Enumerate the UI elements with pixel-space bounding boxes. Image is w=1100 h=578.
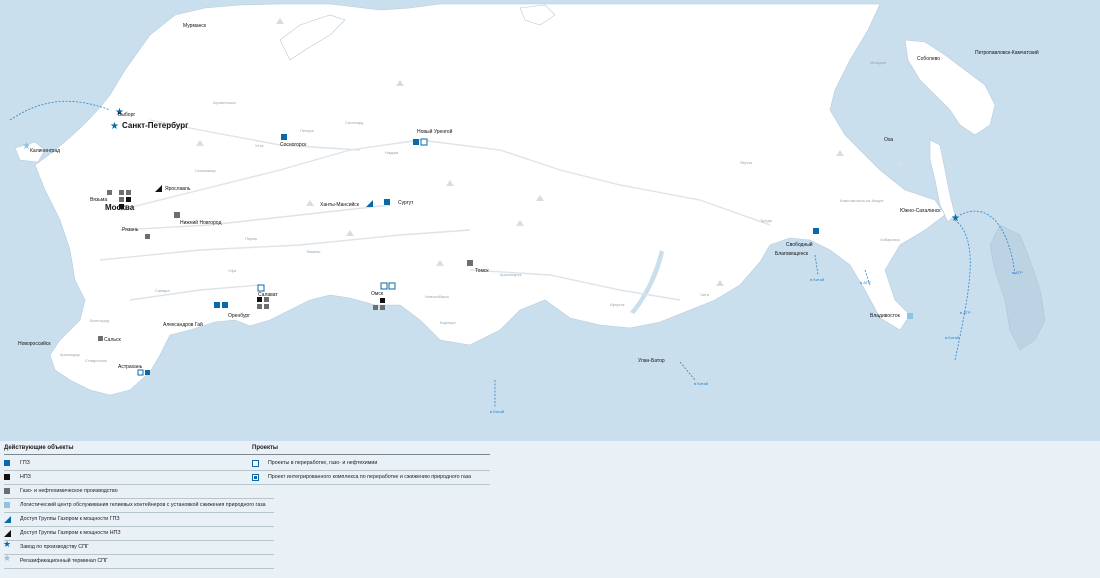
legend-projects-title: Проекты [252, 445, 490, 455]
gpz-access-triangle-icon [4, 516, 14, 523]
legend-item-npz: НПЗ [4, 471, 274, 485]
legend-label: Доступ Группы Газпром к мощности НПЗ [20, 530, 121, 536]
city-vyazma: Вязьма [90, 197, 108, 203]
route-label-china-2: в Китай [694, 381, 709, 386]
city-vladivostok: Владивосток [870, 313, 900, 319]
city-sosnogorsk: Сосногорск [280, 142, 307, 148]
city-novorossiysk: Новороссийск [18, 341, 51, 347]
gray-label: Красноярск [500, 272, 522, 277]
legend: Действующие объекты ГПЗ НПЗ Газо- и нефт… [0, 441, 1100, 578]
legend-item-gpz-access: Доступ Группы Газпром к мощности ГПЗ [4, 513, 274, 527]
city-yaroslavl: Ярославль [165, 186, 191, 192]
gray-label: Магадан [870, 60, 886, 65]
legend-item-regas-terminal: ★ Регазификационный терминал СПГ [3, 553, 274, 569]
integrated-complex-icon [252, 474, 262, 481]
city-vyborg: Выборг [118, 112, 136, 118]
route-label-atr-3: в АТР [960, 310, 971, 315]
city-murmansk: Мурманск [183, 23, 207, 29]
legend-item-logistics: Логистический центр обслуживания гелиевы… [4, 499, 274, 513]
route-label-atr-1: в АТР [860, 280, 871, 285]
gpz-square-icon [4, 460, 14, 467]
legend-label: НПЗ [20, 474, 31, 480]
petrochem-square-icon [4, 488, 14, 495]
city-okha: Оха [884, 137, 894, 143]
gray-label: Ухта [255, 143, 264, 148]
city-surgut: Сургут [398, 200, 414, 206]
gray-label: Новосибирск [425, 294, 450, 299]
legend-label: Доступ Группы Газпром к мощности ГПЗ [20, 516, 120, 522]
gray-label: Сыктывкар [195, 168, 216, 173]
legend-item-integrated-complex: Проект интегрированного комплекса по пер… [252, 471, 490, 485]
legend-item-petrochem: Газо- и нефтехимическое производство [4, 485, 274, 499]
route-label-china-1: в Китай [810, 277, 825, 282]
city-orenburg: Оренбург [228, 313, 251, 319]
city-nizhny-novgorod: Нижний Новгород [180, 220, 222, 226]
legend-label: ГПЗ [20, 460, 30, 466]
gray-label: Салехард [345, 120, 364, 125]
gray-label: Якутск [740, 160, 753, 165]
gray-label: Чита [700, 292, 709, 297]
gray-label: Ставрополь [85, 358, 108, 363]
gray-label: Самара [155, 288, 170, 293]
city-ulaanbaatar: Улан-Батор [638, 358, 665, 364]
city-sobolevo: Соболево [917, 56, 941, 62]
legend-label: Газо- и нефтехимическое производство [20, 488, 118, 494]
gray-label: Уфа [228, 268, 237, 273]
lng-plant-star-icon: ★ [3, 539, 12, 549]
city-moscow: Москва [105, 203, 135, 212]
gray-label: Надым [385, 150, 399, 155]
city-astrakhan: Астрахань [118, 364, 143, 370]
city-blagoveshchensk: Благовещенск [775, 251, 809, 257]
gray-label: Архангельск [213, 100, 236, 105]
city-yuzhno-sakhalinsk: Южно-Сахалинск [900, 208, 941, 214]
legend-item-npz-access: Доступ Группы Газпром к мощности НПЗ [4, 527, 274, 541]
legend-label: Регазификационный терминал СПГ [20, 558, 108, 564]
svg-text:★: ★ [951, 213, 960, 224]
gray-label: Комсомольск-на-Амуре [840, 198, 884, 203]
city-kaliningrad: Калининград [30, 148, 61, 154]
npz-access-triangle-icon [4, 530, 14, 537]
city-saint-petersburg: Санкт-Петербург [122, 121, 189, 130]
route-label-china-4: в Китай [945, 335, 960, 340]
city-omsk: Омск [371, 291, 384, 297]
city-salavat: Салават [258, 292, 278, 298]
gray-label: Барнаул [440, 320, 456, 325]
gray-label: Тында [760, 218, 772, 223]
gray-label: Печора [300, 128, 314, 133]
route-label-china-3: в Китай [490, 409, 505, 414]
legend-projects: Проекты Проекты в переработке, газо- и н… [252, 445, 490, 485]
city-tomsk: Томск [475, 268, 489, 274]
legend-item-project: Проекты в переработке, газо- и нефтехими… [252, 457, 490, 471]
city-novy-urengoy: Новый Уренгой [417, 129, 453, 135]
legend-item-lng-plant: ★ Завод по производству СПГ [3, 539, 274, 555]
gray-label: Волгоград [90, 318, 109, 323]
gray-label: Иркутск [610, 302, 625, 307]
map-svg: ★ ★ ★ ★ [0, 0, 1100, 441]
route-label-atr-2: в АТР [1012, 270, 1023, 275]
gray-label: Краснодар [60, 352, 80, 357]
gray-label: Пермь [245, 236, 258, 241]
legend-label: Проекты в переработке, газо- и нефтехими… [268, 460, 378, 466]
gray-label: Хабаровск [880, 237, 900, 242]
legend-operating-title: Действующие объекты [4, 445, 274, 455]
city-ryazan: Рязань [122, 227, 139, 233]
city-aleksandrov-gai: Александров Гай [163, 322, 203, 328]
legend-label: Проект интегрированного комплекса по пер… [268, 474, 472, 480]
city-salsk: Сальск [104, 337, 121, 343]
legend-operating: Действующие объекты ГПЗ НПЗ Газо- и нефт… [3, 445, 274, 569]
svg-text:★: ★ [110, 121, 119, 132]
legend-label: Логистический центр обслуживания гелиевы… [20, 502, 266, 508]
project-outline-square-icon [252, 460, 262, 467]
gray-label: Тюмень [306, 249, 321, 254]
legend-item-gpz: ГПЗ [4, 457, 274, 471]
city-petropavlovsk: Петропавловск-Камчатский [975, 50, 1039, 56]
city-khanty-mansiysk: Ханты-Мансийск [320, 202, 359, 208]
logistics-square-icon [4, 502, 14, 509]
regas-terminal-star-icon: ★ [3, 553, 12, 563]
city-svobodny: Свободный [786, 242, 813, 248]
npz-square-icon [4, 474, 14, 481]
russia-map: ★ ★ ★ ★ Мурманск Выборг Санкт-Петербург … [0, 0, 1100, 441]
legend-label: Завод по производству СПГ [20, 544, 89, 550]
